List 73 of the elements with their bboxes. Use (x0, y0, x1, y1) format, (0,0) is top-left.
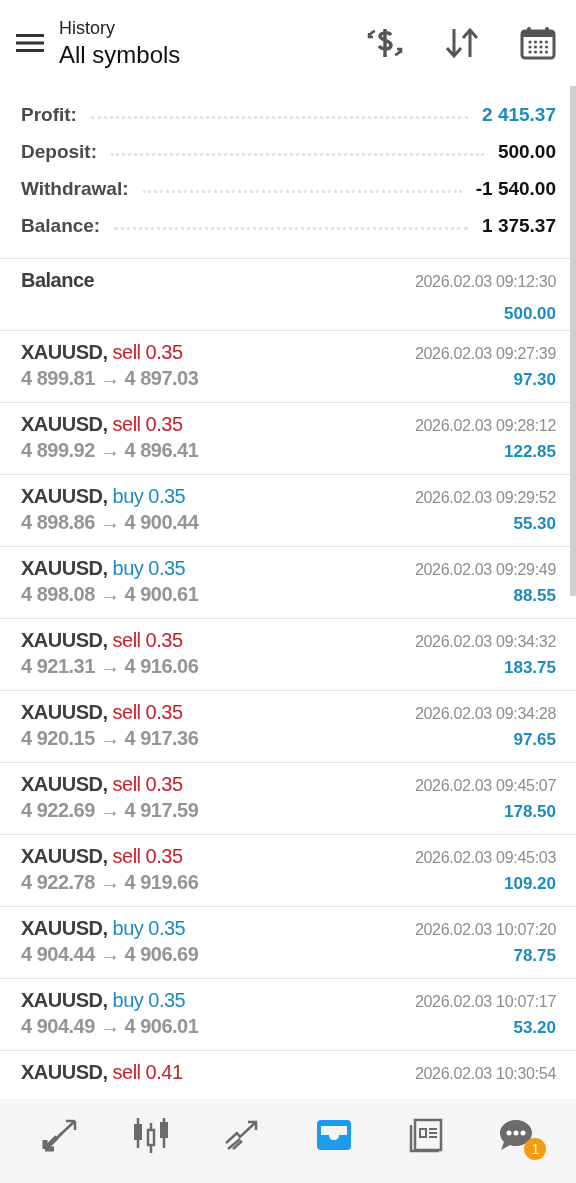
deal-type: sell 0.35 (112, 773, 183, 796)
deal-time: 2026.02.03 10:07:17 (414, 993, 556, 1011)
deal-profit: 55.30 (513, 514, 556, 534)
deal-time: 2026.02.03 09:34:28 (414, 705, 556, 723)
summary-label: Profit: (21, 103, 77, 127)
inbox-icon (315, 1119, 352, 1151)
deal-symbol: XAUUSD, (21, 1061, 108, 1084)
summary-label: Deposit: (21, 140, 97, 164)
deal-type: buy 0.35 (112, 485, 186, 508)
deal-profit: 53.20 (513, 1018, 556, 1038)
deal-prices: 4 922.69 → 4 917.59 (21, 799, 199, 822)
summary-label: Balance: (21, 214, 101, 238)
summary-value: -1 540.00 (475, 177, 556, 201)
candlestick-icon (132, 1117, 170, 1153)
deal-prices: 4 899.92 → 4 896.41 (21, 439, 199, 462)
deal-type: sell 0.41 (112, 1061, 183, 1084)
deal-type: sell 0.35 (112, 341, 183, 364)
deal-symbol: XAUUSD, (21, 413, 108, 436)
deal-prices: 4 922.78 → 4 919.66 (21, 871, 199, 894)
deal-symbol: XAUUSD, (21, 917, 108, 940)
deal-profit: 88.55 (513, 586, 556, 606)
deal-profit: 78.75 (513, 946, 556, 966)
deal-symbol: XAUUSD, (21, 845, 108, 868)
deal-prices: 4 899.81 → 4 897.03 (21, 367, 199, 390)
deal-time: 2026.02.03 10:30:54 (414, 1065, 556, 1083)
deal-type: sell 0.35 (112, 845, 183, 868)
deal-type: sell 0.35 (112, 413, 183, 436)
deal-symbol: XAUUSD, (21, 557, 108, 580)
deal-profit: 500.00 (504, 304, 556, 324)
deal-profit: 183.75 (504, 658, 556, 678)
deal-type: buy 0.35 (112, 557, 186, 580)
deal-time: 2026.02.03 09:45:07 (414, 777, 556, 795)
deal-type: buy 0.35 (112, 917, 186, 940)
summary-label: Withdrawal: (21, 177, 129, 201)
deal-symbol: XAUUSD, (21, 773, 108, 796)
deal-time: 2026.02.03 09:45:03 (414, 849, 556, 867)
deal-prices: 4 904.44 → 4 906.69 (21, 943, 199, 966)
deal-time: 2026.02.03 09:27:39 (414, 345, 556, 363)
summary-value: 1 375.37 (482, 214, 556, 238)
deal-title: Balance (21, 269, 95, 292)
deal-symbol: XAUUSD, (21, 989, 108, 1012)
screen-title[interactable]: All symbols (59, 40, 366, 69)
deal-prices: 4 920.15 → 4 917.36 (21, 727, 199, 750)
deal-time: 2026.02.03 09:29:52 (414, 489, 556, 507)
deal-symbol: XAUUSD, (21, 701, 108, 724)
sort-icon[interactable] (444, 27, 480, 59)
deal-time: 2026.02.03 09:28:12 (414, 417, 556, 435)
deal-type: sell 0.35 (112, 701, 183, 724)
deal-profit: 97.65 (513, 730, 556, 750)
deal-prices: 4 898.86 → 4 900.44 (21, 511, 199, 534)
summary-value: 500.00 (497, 140, 556, 164)
deal-time: 2026.02.03 10:07:20 (414, 921, 556, 939)
deal-symbol: XAUUSD, (21, 485, 108, 508)
deal-symbol: XAUUSD, (21, 629, 108, 652)
deal-prices: 4 904.49 → 4 906.01 (21, 1015, 199, 1038)
screen-subtitle: History (59, 17, 116, 39)
menu-icon[interactable] (16, 33, 44, 53)
deal-prices: 4 898.08 → 4 900.61 (21, 583, 199, 606)
deal-profit: 122.85 (504, 442, 556, 462)
deal-time: 2026.02.03 09:29:49 (414, 561, 556, 579)
deal-profit: 97.30 (513, 370, 556, 390)
deal-time: 2026.02.03 09:12:30 (414, 273, 556, 291)
deal-prices: 4 921.31 → 4 916.06 (21, 655, 199, 678)
deal-profit: 178.50 (504, 802, 556, 822)
deal-symbol: XAUUSD, (21, 341, 108, 364)
deal-type: buy 0.35 (112, 989, 186, 1012)
deal-time: 2026.02.03 09:34:32 (414, 633, 556, 651)
deal-profit: 109.20 (504, 874, 556, 894)
notification-badge: 1 (524, 1138, 547, 1160)
deal-type: sell 0.35 (112, 629, 183, 652)
arrows-icon (40, 1118, 79, 1152)
calendar-icon[interactable] (520, 26, 556, 60)
summary-value: 2 415.37 (482, 103, 556, 127)
